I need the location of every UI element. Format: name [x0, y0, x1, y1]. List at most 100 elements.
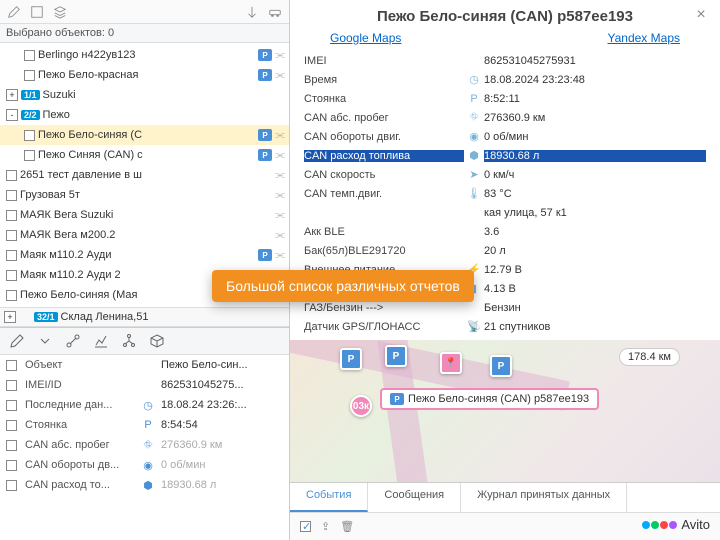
checkbox[interactable] — [6, 190, 17, 201]
dt-cube-icon[interactable] — [146, 330, 168, 352]
select-all-checkbox[interactable]: ✓ — [300, 521, 311, 532]
checkbox[interactable] — [6, 210, 17, 221]
map-popup[interactable]: P Пежо Бело-синяя (CAN) р587ее193 — [380, 388, 599, 410]
expand-icon[interactable]: + — [6, 89, 18, 101]
tree-item[interactable]: -2/2Пежо — [0, 105, 289, 125]
detail-row: Объект Пежо Бело-син... — [0, 355, 289, 375]
dt-pencil-icon[interactable] — [6, 330, 28, 352]
parking-icon: P — [258, 149, 272, 161]
warehouse-badge: 32/1 — [34, 312, 58, 322]
info-row: Датчик GPS/ГЛОНАСС📡21 спутников — [304, 317, 706, 336]
tool-arrow[interactable] — [242, 2, 262, 22]
expand-icon[interactable]: + — [4, 311, 16, 323]
map-pin-4[interactable]: P — [490, 355, 512, 377]
info-icon: ◷ — [464, 73, 484, 86]
google-maps-link[interactable]: Google Maps — [330, 31, 401, 45]
checkbox[interactable] — [24, 50, 35, 61]
checkbox[interactable] — [6, 480, 17, 491]
dt-route-icon[interactable] — [62, 330, 84, 352]
left-toolbar — [0, 0, 289, 24]
detail-label: Объект — [25, 359, 135, 371]
dt-tree-icon[interactable] — [118, 330, 140, 352]
tree-label: МАЯК Вега Suzuki — [20, 209, 272, 221]
info-label: CAN темп.двиг. — [304, 188, 464, 200]
info-row: Акк BLE3.6 — [304, 222, 706, 241]
tool-car[interactable] — [265, 2, 285, 22]
detail-row: IMEI/ID862531045275... — [0, 375, 289, 395]
checkbox[interactable] — [6, 290, 17, 301]
checkbox[interactable] — [6, 360, 17, 371]
link-icon: ⫘ — [275, 229, 285, 242]
detail-value: 18930.68 л — [161, 479, 283, 491]
info-value: 21 спутников — [484, 321, 706, 333]
parking-icon: P — [258, 249, 272, 261]
info-icon: ⬢ — [464, 149, 484, 162]
tab-log[interactable]: Журнал принятых данных — [461, 483, 627, 512]
detail-value: 0 об/мин — [161, 459, 283, 471]
info-row: CAN расход топлива⬢18930.68 л — [304, 146, 706, 165]
tool-layers[interactable] — [50, 2, 70, 22]
tool-pencil[interactable] — [4, 2, 24, 22]
close-button[interactable]: × — [692, 6, 710, 24]
link-icon: ⫘ — [275, 249, 285, 262]
warehouse-row[interactable]: + 32/1 Склад Ленина,51 — [0, 307, 289, 327]
detail-value: Пежо Бело-син... — [161, 359, 283, 371]
link-icon: ⫘ — [275, 149, 285, 162]
object-tree[interactable]: Berlingo н422ув123P⫘Пежо Бело-краснаяP⫘+… — [0, 43, 289, 307]
distance-badge: 178.4 км — [619, 348, 680, 366]
yandex-maps-link[interactable]: Yandex Maps — [608, 31, 681, 45]
checkbox[interactable] — [6, 230, 17, 241]
tree-label: Пежо Бело-синяя (C — [38, 129, 255, 141]
info-row: CAN скорость➤0 км/ч — [304, 165, 706, 184]
expand-icon[interactable]: - — [6, 109, 18, 121]
map-pin-3[interactable]: 📍 — [440, 352, 462, 374]
dt-dropdown-icon[interactable] — [34, 330, 56, 352]
checkbox[interactable] — [6, 400, 17, 411]
checkbox[interactable] — [6, 170, 17, 181]
checkbox[interactable] — [6, 460, 17, 471]
tree-item[interactable]: Грузовая 5т⫘ — [0, 185, 289, 205]
info-row: CAN обороты двиг.◉0 об/мин — [304, 127, 706, 146]
map-pin-2[interactable]: P — [385, 345, 407, 367]
tree-item[interactable]: МАЯК Вега м200.2⫘ — [0, 225, 289, 245]
info-icon: ◉ — [464, 130, 484, 143]
tree-item[interactable]: Berlingo н422ув123P⫘ — [0, 45, 289, 65]
checkbox[interactable] — [24, 70, 35, 81]
checkbox[interactable] — [6, 270, 17, 281]
checkbox[interactable] — [6, 440, 17, 451]
info-row: Время◷18.08.2024 23:23:48 — [304, 70, 706, 89]
detail-label: Стоянка — [25, 419, 135, 431]
tree-item[interactable]: +1/1Suzuki — [0, 85, 289, 105]
tree-label: МАЯК Вега м200.2 — [20, 229, 272, 241]
tree-item[interactable]: Пежо Бело-синяя (CP⫘ — [0, 125, 289, 145]
tab-messages[interactable]: Сообщения — [368, 483, 461, 512]
checkbox[interactable] — [6, 250, 17, 261]
parking-icon: P — [258, 49, 272, 61]
tree-item[interactable]: Маяк м110.2 АудиP⫘ — [0, 245, 289, 265]
info-value: кая улица, 57 к1 — [484, 207, 706, 219]
info-label: CAN расход топлива — [304, 150, 464, 162]
delete-icon[interactable]: 🗑 — [340, 520, 354, 533]
detail-icon: P — [141, 419, 155, 431]
dt-chart-icon[interactable] — [90, 330, 112, 352]
tree-item[interactable]: 2651 тест давление в ш⫘ — [0, 165, 289, 185]
tree-item[interactable]: МАЯК Вега Suzuki⫘ — [0, 205, 289, 225]
tree-item[interactable]: Пежо Синяя (CAN) сP⫘ — [0, 145, 289, 165]
tab-events[interactable]: События — [290, 483, 368, 512]
checkbox[interactable] — [6, 380, 17, 391]
map-view[interactable]: P P 📍 P 03к 178.4 км P Пежо Бело-синяя (… — [290, 340, 720, 540]
map-marker[interactable]: 03к — [350, 395, 372, 417]
checkbox[interactable] — [24, 130, 35, 141]
checkbox[interactable] — [6, 420, 17, 431]
link-icon: ⫘ — [275, 69, 285, 82]
tree-item[interactable]: Пежо Бело-краснаяP⫘ — [0, 65, 289, 85]
checkbox[interactable] — [24, 150, 35, 161]
map-pin-1[interactable]: P — [340, 348, 362, 370]
object-title: Пежо Бело-синяя (CAN) р587ее193 — [290, 0, 720, 29]
info-value: 18930.68 л — [484, 150, 706, 162]
avito-watermark: Avito — [642, 517, 710, 532]
tool-square[interactable] — [27, 2, 47, 22]
info-label: CAN скорость — [304, 169, 464, 181]
detail-icon: ◷ — [141, 399, 155, 412]
share-icon[interactable]: ⇪ — [321, 520, 330, 533]
